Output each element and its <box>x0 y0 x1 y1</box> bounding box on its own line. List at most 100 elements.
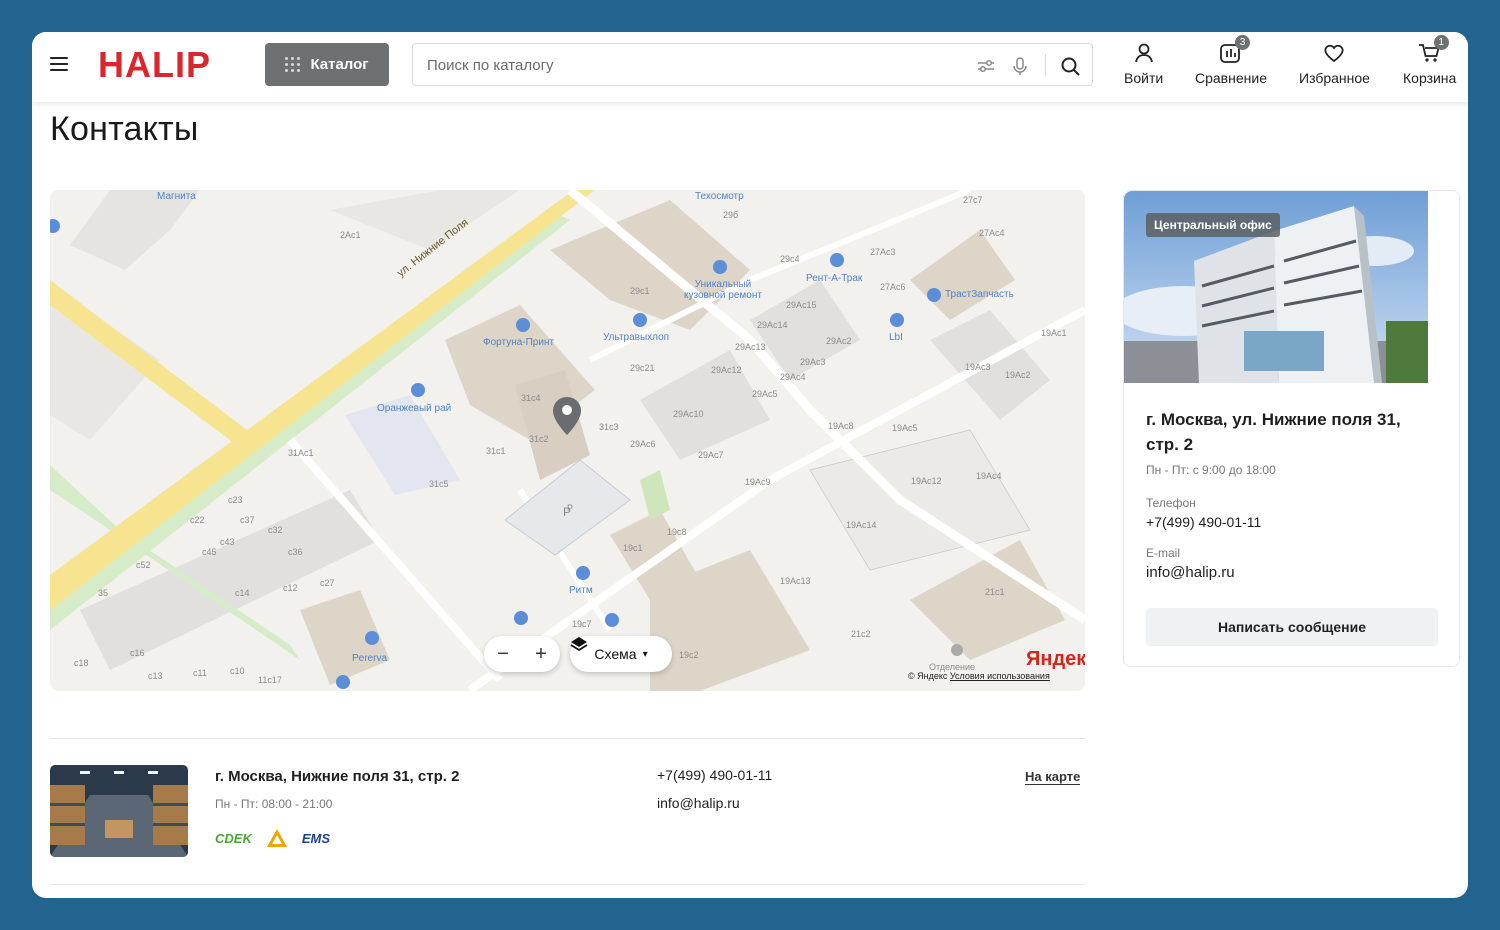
zoom-in-button[interactable]: + <box>526 643 556 666</box>
search-icon[interactable] <box>1059 55 1081 77</box>
building-number: 19Ac4 <box>976 471 1002 481</box>
building-number: 29c21 <box>630 363 655 373</box>
building-number: 29Ac14 <box>757 320 788 330</box>
office-tag: Центральный офис <box>1146 213 1280 237</box>
building-number: c13 <box>148 671 163 681</box>
divider <box>50 884 1085 885</box>
building-number: c18 <box>74 658 89 668</box>
poi-label: Ритм <box>569 585 593 596</box>
building-number: 21c1 <box>985 587 1005 597</box>
yandex-map[interactable]: P ул. Нижние Поля Магнита Техосмотр Уник… <box>50 190 1085 691</box>
email-label: E-mail <box>1146 546 1181 560</box>
building-number: 29Ac2 <box>826 336 852 346</box>
user-icon <box>1134 43 1153 63</box>
terms-link[interactable]: Условия использования <box>950 671 1050 681</box>
building-number: 31c4 <box>521 393 541 403</box>
microphone-icon[interactable] <box>1009 55 1031 77</box>
carrier-logos: CDEK EMS <box>215 828 330 848</box>
poi-label: LbI <box>889 332 903 343</box>
poi-label: Фортуна-Принт <box>483 337 555 348</box>
building-number: 31c3 <box>599 422 619 432</box>
building-number: 19Ac8 <box>828 421 854 431</box>
map-canvas: P <box>50 190 1085 691</box>
building-number: 11c17 <box>258 675 282 685</box>
copyright-text: © Яндекс <box>908 671 948 681</box>
warehouse-photo <box>50 765 188 857</box>
filter-icon[interactable] <box>975 55 997 77</box>
delivery-logo <box>266 829 287 847</box>
map-layer-button[interactable]: Схема ▾ <box>570 636 672 672</box>
store-email[interactable]: info@halip.ru <box>657 795 740 811</box>
cart-badge: 1 <box>1433 35 1449 50</box>
compare-button[interactable]: 3 Сравнение <box>1195 35 1267 86</box>
search-bar <box>412 43 1093 86</box>
building-number: 29Ac6 <box>630 439 656 449</box>
building-number: 19c7 <box>572 619 592 629</box>
favorites-label: Избранное <box>1299 70 1370 86</box>
building-number: 29Ac12 <box>711 365 742 375</box>
building-number: P <box>567 503 574 513</box>
poi-label: ТрастЗапчасть <box>945 289 1014 300</box>
poi-label: Ультравыхлоп <box>603 332 670 343</box>
building-number: 29Ac15 <box>786 300 817 310</box>
menu-icon[interactable] <box>50 57 68 73</box>
yandex-logo[interactable]: Яндекс <box>1026 648 1085 671</box>
search-input[interactable] <box>427 54 947 76</box>
office-hours: Пн - Пт: с 9:00 до 18:00 <box>1146 463 1276 477</box>
poi-label: Уникальный кузовной ремонт <box>684 279 762 301</box>
building-number: 19c1 <box>623 543 643 553</box>
building-number: c11 <box>193 668 207 678</box>
map-copyright: © Яндекс Условия использования <box>908 671 1050 681</box>
building-number: 19Ac12 <box>911 476 942 486</box>
poi-label: Рент-А-Трак <box>806 273 863 284</box>
cdek-logo: CDEK <box>215 830 252 846</box>
store-phone[interactable]: +7(499) 490-01-11 <box>657 767 772 783</box>
building-number: 29Ac4 <box>780 372 806 382</box>
heart-icon <box>1324 44 1345 63</box>
building-number: c32 <box>268 525 283 535</box>
login-button[interactable]: Войти <box>1124 40 1163 86</box>
building-number: c16 <box>130 648 145 658</box>
zoom-control: − + <box>484 636 560 672</box>
building-number: 31c1 <box>486 446 506 456</box>
site-logo[interactable]: HALIP <box>98 44 211 86</box>
catalog-button[interactable]: Каталог <box>265 43 389 86</box>
phone-label: Телефон <box>1146 496 1196 510</box>
building-number: 19c2 <box>679 650 699 660</box>
layers-icon <box>570 637 588 652</box>
office-email[interactable]: info@halip.ru <box>1146 564 1235 581</box>
write-message-button[interactable]: Написать сообщение <box>1146 608 1438 646</box>
favorites-button[interactable]: Избранное <box>1299 40 1370 86</box>
building-number: 35 <box>98 588 109 598</box>
office-phone[interactable]: +7(499) 490-01-11 <box>1146 514 1261 530</box>
login-label: Войти <box>1124 70 1164 86</box>
store-address: г. Москва, Нижние поля 31, стр. 2 <box>215 768 460 785</box>
poi-label: Pererva <box>352 653 388 664</box>
zoom-out-button[interactable]: − <box>488 643 518 666</box>
site-header: HALIP Каталог Войти <box>32 32 1468 102</box>
building-number: 29c1 <box>630 286 650 296</box>
building-number: 19Ac3 <box>965 362 991 372</box>
building-number: 27Ac4 <box>979 228 1005 238</box>
store-hours: Пн - Пт: 08:00 - 21:00 <box>215 797 333 811</box>
building-number: 29Ac7 <box>698 450 724 460</box>
building-number: c23 <box>228 495 243 505</box>
building-number: 21c2 <box>851 629 871 639</box>
cart-button[interactable]: 1 Корзина <box>1403 35 1457 86</box>
building-number: c43 <box>220 537 235 547</box>
compare-badge: 3 <box>1234 35 1250 50</box>
building-number: 29c4 <box>780 254 800 264</box>
chevron-down-icon: ▾ <box>642 648 648 660</box>
building-number: 19Ac5 <box>892 423 918 433</box>
on-map-link[interactable]: На карте <box>1025 769 1081 785</box>
building-number: 27Ac6 <box>880 282 906 292</box>
ems-logo: EMS <box>301 830 331 846</box>
building-number: 27Ac3 <box>870 247 896 257</box>
building-number: 29Ac10 <box>673 409 704 419</box>
building-number: 2Ac1 <box>340 230 361 240</box>
building-number: c52 <box>136 560 151 570</box>
cart-label: Корзина <box>1403 70 1457 86</box>
building-number: 19c8 <box>667 527 687 537</box>
page-title: Контакты <box>50 110 199 148</box>
building-number: 29Ac13 <box>735 342 766 352</box>
